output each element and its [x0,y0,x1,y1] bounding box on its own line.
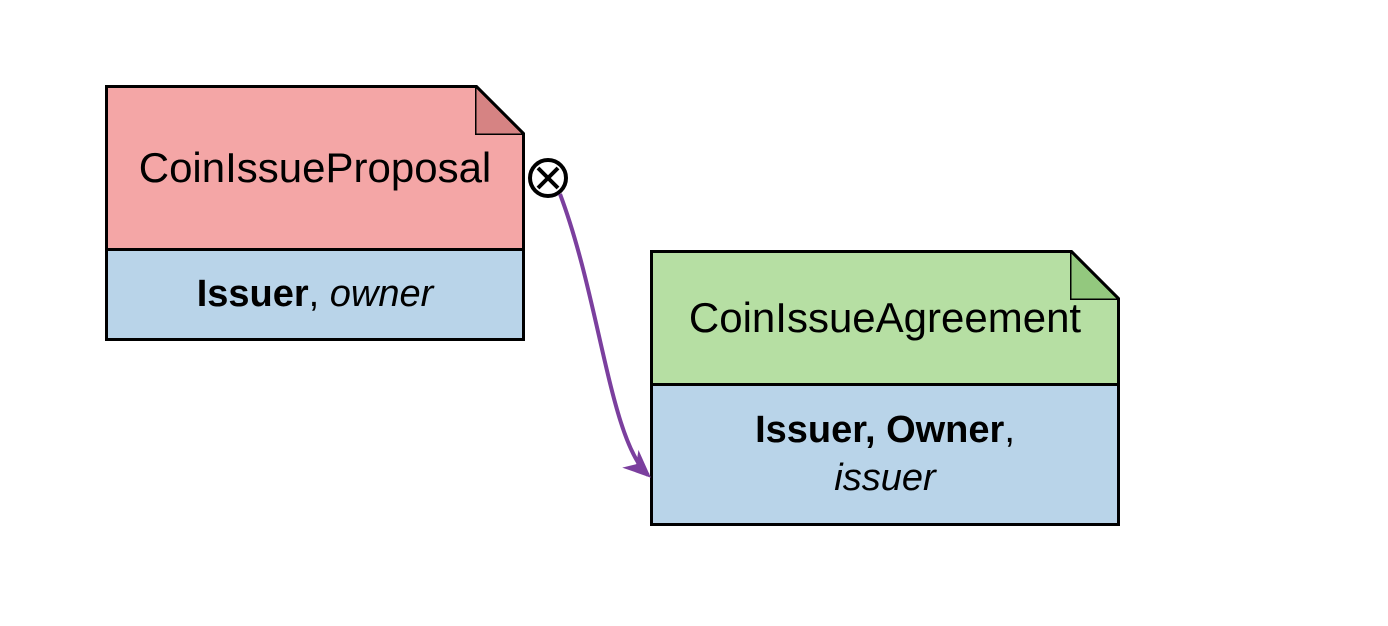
diagram-canvas: CoinIssueProposal Issuer, owner CoinIssu… [0,0,1388,626]
node-right-title: CoinIssueAgreement [689,294,1081,342]
node-right-parties: Issuer, Owner, issuer [653,383,1117,523]
node-right-party-bold: Issuer, Owner [755,409,1004,451]
dogear-icon [475,85,525,135]
node-right-title-box: CoinIssueAgreement [653,253,1117,383]
node-left-title: CoinIssueProposal [139,144,492,192]
node-left-parties: Issuer, owner [108,248,522,338]
node-left-title-box: CoinIssueProposal [108,88,522,248]
circle-x-icon [530,160,566,196]
node-right-party-ital: issuer [834,457,935,499]
node-right-party-sep: , [1004,409,1015,451]
node-left-party-bold: Issuer [197,273,309,315]
node-left-party-ital: owner [330,273,434,315]
node-left-party-sep: , [309,273,330,315]
dogear-icon [1070,250,1120,300]
node-coinissueagreement: CoinIssueAgreement Issuer, Owner, issuer [650,250,1120,526]
node-coinissueproposal: CoinIssueProposal Issuer, owner [105,85,525,341]
